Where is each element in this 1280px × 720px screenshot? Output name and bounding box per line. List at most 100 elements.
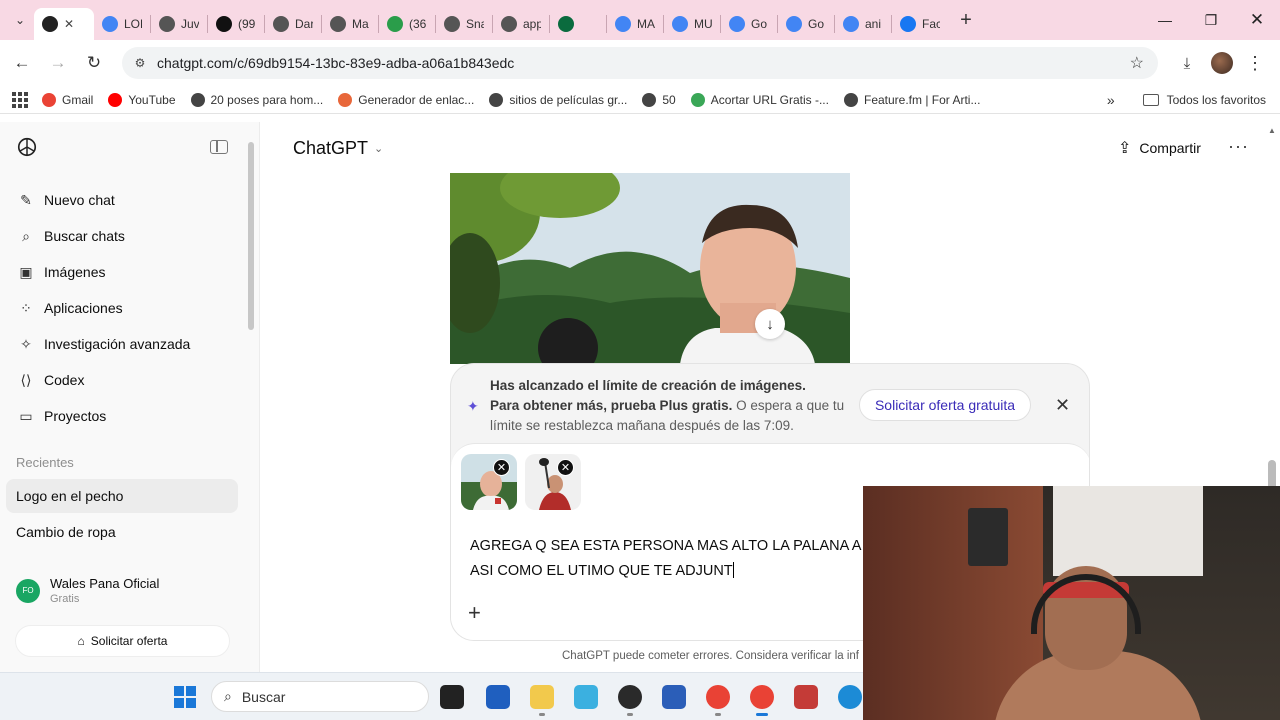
prompt-line-1: AGREGA Q SEA ESTA PERSONA MAS ALTO LA PA… bbox=[470, 538, 862, 554]
tab-label: MA bbox=[637, 17, 655, 31]
sidebar-item-search-chats[interactable]: ⌕ Buscar chats bbox=[8, 219, 240, 253]
disclaimer: ChatGPT puede cometer errores. Considera… bbox=[562, 650, 860, 662]
model-selector[interactable]: ChatGPT ⌄ bbox=[293, 138, 383, 159]
browser-tab[interactable]: MU bbox=[664, 8, 720, 40]
bookmark-star-icon[interactable]: ☆ bbox=[1130, 53, 1144, 73]
google-icon bbox=[843, 16, 859, 32]
tab-search-chevron-icon[interactable]: ⌄ bbox=[6, 6, 34, 34]
remove-attachment-icon[interactable]: ✕ bbox=[493, 459, 510, 476]
facebook-icon bbox=[900, 16, 916, 32]
forward-button[interactable]: → bbox=[40, 45, 76, 81]
browser-tab[interactable]: LOL bbox=[94, 8, 150, 40]
minimize-button[interactable]: — bbox=[1142, 0, 1188, 40]
images-icon: ▣ bbox=[19, 263, 33, 280]
recent-chat-item[interactable]: Logo en el pecho bbox=[6, 479, 238, 513]
bookmark-item[interactable]: YouTube bbox=[108, 92, 176, 107]
tab-label: Fac bbox=[922, 17, 940, 31]
prompt-input[interactable]: AGREGA Q SEA ESTA PERSONA MAS ALTO LA PA… bbox=[470, 534, 890, 584]
openai-logo-icon[interactable] bbox=[16, 136, 38, 158]
sidebar-item-label: Codex bbox=[44, 372, 85, 388]
browser-tab[interactable]: (36 bbox=[379, 8, 435, 40]
edge-icon[interactable] bbox=[838, 685, 862, 709]
browser-tab[interactable]: ani bbox=[835, 8, 891, 40]
webcam-overlay bbox=[863, 486, 1280, 720]
address-bar[interactable]: ⚙ chatgpt.com/c/69db9154-13bc-83e9-adba-… bbox=[122, 47, 1158, 79]
new-tab-button[interactable]: + bbox=[952, 6, 980, 34]
bookmark-favicon-icon bbox=[42, 92, 56, 107]
tab-label: LOL bbox=[124, 17, 142, 31]
browser-tab[interactable]: Go bbox=[721, 8, 777, 40]
tab-label: Ma bbox=[352, 17, 369, 31]
bookmark-item[interactable]: Feature.fm | For Arti... bbox=[843, 92, 980, 107]
store-icon[interactable] bbox=[486, 685, 510, 709]
bookmarks-overflow-icon[interactable]: » bbox=[1107, 92, 1115, 108]
obs-icon[interactable] bbox=[618, 685, 642, 709]
browser-tab[interactable]: Sna bbox=[436, 8, 492, 40]
browser-tab[interactable]: Fac bbox=[892, 8, 948, 40]
restore-button[interactable]: ❐ bbox=[1188, 0, 1234, 40]
word-icon[interactable] bbox=[662, 685, 686, 709]
close-tab-icon[interactable]: ✕ bbox=[64, 17, 74, 31]
request-free-offer-button[interactable]: Solicitar oferta gratuita bbox=[859, 389, 1031, 421]
task-view-icon[interactable] bbox=[440, 685, 464, 709]
file-explorer-icon[interactable] bbox=[530, 685, 554, 709]
media-app-icon[interactable] bbox=[574, 685, 598, 709]
browser-menu-icon[interactable]: ⋮ bbox=[1240, 48, 1270, 78]
recent-chat-item[interactable]: Cambio de ropa bbox=[6, 515, 238, 549]
add-attachment-icon[interactable]: + bbox=[468, 600, 481, 626]
bookmark-item[interactable]: 50 bbox=[642, 92, 676, 107]
profile-avatar[interactable] bbox=[1207, 48, 1237, 78]
chrome-active-icon[interactable] bbox=[750, 685, 774, 709]
bookmark-item[interactable]: Acortar URL Gratis -... bbox=[690, 92, 829, 107]
browser-tab[interactable]: Juv bbox=[151, 8, 207, 40]
close-icon[interactable]: ✕ bbox=[1055, 395, 1070, 416]
apps-grid-icon[interactable] bbox=[12, 91, 28, 108]
browser-tab[interactable]: MA bbox=[607, 8, 663, 40]
windows-start-icon[interactable] bbox=[174, 686, 196, 708]
browser-tab[interactable]: (99 bbox=[208, 8, 264, 40]
request-offer-button[interactable]: ⌂ Solicitar oferta bbox=[15, 625, 230, 657]
remove-attachment-icon[interactable]: ✕ bbox=[557, 459, 574, 476]
back-button[interactable]: ← bbox=[4, 45, 40, 81]
sidebar-item-apps[interactable]: ⁘ Aplicaciones bbox=[8, 291, 240, 325]
reload-button[interactable]: ↻ bbox=[76, 45, 112, 81]
browser-tab[interactable]: ✕ bbox=[34, 8, 94, 40]
bookmark-item[interactable]: Generador de enlac... bbox=[338, 92, 474, 107]
bookmark-label: 20 poses para hom... bbox=[210, 92, 324, 107]
bookmark-favicon-icon bbox=[690, 92, 705, 107]
sidebar-item-new-chat[interactable]: ✎ Nuevo chat bbox=[8, 183, 240, 217]
taskbar-search[interactable]: ⌕ Buscar bbox=[211, 681, 429, 712]
bookmark-item[interactable]: sitios de películas gr... bbox=[489, 92, 627, 107]
chrome-icon[interactable] bbox=[706, 685, 730, 709]
browser-tab[interactable]: Go bbox=[778, 8, 834, 40]
sidebar-item-codex[interactable]: ⟨⟩ Codex bbox=[8, 363, 240, 397]
sidebar-scrollbar[interactable] bbox=[248, 142, 254, 330]
browser-tab[interactable]: app bbox=[493, 8, 549, 40]
downloads-icon[interactable]: ⤓ bbox=[1172, 48, 1202, 78]
download-icon[interactable]: ↓ bbox=[755, 309, 785, 339]
browser-tab[interactable]: Ma bbox=[322, 8, 378, 40]
tab-label: (99 bbox=[238, 17, 256, 31]
sidebar-item-label: Nuevo chat bbox=[44, 192, 115, 208]
close-window-button[interactable]: ✕ bbox=[1234, 0, 1280, 40]
limit-notice-bold: Para obtener más, prueba Plus gratis. bbox=[490, 398, 733, 413]
share-button[interactable]: ⇪ Compartir bbox=[1118, 138, 1201, 158]
google-icon bbox=[102, 16, 118, 32]
sidebar-item-projects[interactable]: ▭ Proyectos bbox=[8, 399, 240, 433]
sidebar-item-deep-research[interactable]: ✧ Investigación avanzada bbox=[8, 327, 240, 361]
site-info-icon[interactable]: ⚙ bbox=[126, 56, 154, 70]
sidebar-toggle-icon[interactable] bbox=[210, 140, 228, 154]
gmail-icon bbox=[672, 16, 688, 32]
generated-image[interactable] bbox=[450, 173, 850, 364]
browser-tab[interactable]: Dar bbox=[265, 8, 321, 40]
powerpoint-icon[interactable] bbox=[794, 685, 818, 709]
sidebar-item-images[interactable]: ▣ Imágenes bbox=[8, 255, 240, 289]
sidebar: ✎ Nuevo chat ⌕ Buscar chats ▣ Imágenes ⁘ Aplica… bbox=[0, 122, 260, 672]
more-options-icon[interactable]: ··· bbox=[1228, 136, 1249, 157]
bookmark-item[interactable]: Gmail bbox=[42, 92, 93, 107]
bookmark-item[interactable]: 20 poses para hom... bbox=[190, 92, 324, 107]
user-profile[interactable]: FO Wales Pana Oficial Gratis bbox=[16, 576, 159, 605]
sidebar-item-label: Aplicaciones bbox=[44, 300, 123, 316]
browser-tab[interactable] bbox=[550, 8, 606, 40]
all-bookmarks-link[interactable]: Todos los favoritos bbox=[1167, 93, 1266, 107]
